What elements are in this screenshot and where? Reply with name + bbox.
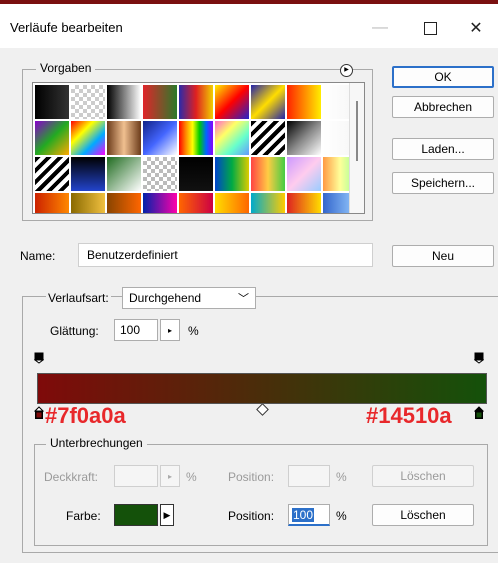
start-color-annotation: #7f0a0a: [45, 403, 126, 428]
opacity-position-input[interactable]: [288, 465, 330, 487]
preset-swatch[interactable]: [143, 85, 177, 119]
preset-swatch[interactable]: [143, 121, 177, 155]
preset-swatch[interactable]: [215, 193, 249, 213]
preset-swatch[interactable]: [215, 157, 249, 191]
minimize-icon: —: [372, 19, 388, 36]
gradient-type-value: Durchgehend: [129, 291, 202, 305]
preset-swatch[interactable]: [71, 85, 105, 119]
presets-label: Vorgaben: [36, 61, 96, 75]
stops-group-label: Unterbrechungen: [46, 436, 147, 450]
opacity-delete-button[interactable]: Löschen: [372, 465, 474, 487]
smoothness-input[interactable]: 100: [114, 319, 158, 341]
presets-menu-icon[interactable]: ▶: [340, 64, 353, 77]
preset-swatch[interactable]: [35, 193, 69, 213]
maximize-icon: [423, 21, 437, 35]
presets-scrollbar[interactable]: [349, 83, 364, 213]
preset-swatch[interactable]: [143, 193, 177, 213]
opacity-position-percent: %: [336, 470, 347, 484]
close-icon: ✕: [469, 20, 483, 37]
color-stop-left-icon[interactable]: [34, 406, 44, 420]
stops-group: [34, 444, 488, 546]
preset-swatch[interactable]: [251, 121, 285, 155]
gradient-preview-bar[interactable]: [37, 373, 487, 404]
load-button[interactable]: Laden...: [392, 138, 494, 160]
gradient-editor-dialog: Verläufe bearbeiten — ✕ Vorgaben ▶ OK Ab…: [0, 0, 498, 563]
scrollbar-thumb[interactable]: [356, 101, 358, 161]
color-arrow-button[interactable]: ▶: [160, 504, 174, 526]
preset-swatch[interactable]: [143, 157, 177, 191]
preset-swatch[interactable]: [35, 85, 69, 119]
new-button[interactable]: Neu: [392, 245, 494, 267]
opacity-position-label: Position:: [228, 470, 275, 484]
color-label: Farbe:: [66, 509, 101, 523]
close-button[interactable]: ✕: [458, 14, 494, 42]
preset-swatch[interactable]: [107, 193, 141, 213]
smoothness-arrow-button[interactable]: ▸: [160, 319, 180, 341]
minimize-button[interactable]: —: [362, 14, 398, 42]
color-position-value: 100: [292, 508, 315, 522]
presets-list[interactable]: [32, 82, 365, 214]
name-input[interactable]: Benutzerdefiniert: [78, 243, 373, 267]
end-color-annotation: #14510a: [366, 403, 452, 428]
opacity-stop-left-icon[interactable]: [34, 352, 44, 364]
smoothness-percent: %: [188, 324, 199, 338]
color-position-label: Position:: [228, 509, 275, 523]
preset-swatch[interactable]: [251, 157, 285, 191]
preset-swatch[interactable]: [251, 193, 285, 213]
preset-swatch[interactable]: [179, 85, 213, 119]
save-button[interactable]: Speichern...: [392, 172, 494, 194]
color-delete-button[interactable]: Löschen: [372, 504, 474, 526]
preset-swatch[interactable]: [35, 121, 69, 155]
preset-swatch[interactable]: [251, 85, 285, 119]
chevron-down-icon: ﹀: [238, 293, 249, 305]
preset-swatch[interactable]: [179, 121, 213, 155]
color-position-percent: %: [336, 509, 347, 523]
preset-swatch[interactable]: [287, 157, 321, 191]
preset-swatch[interactable]: [215, 85, 249, 119]
preset-swatch[interactable]: [71, 193, 105, 213]
opacity-arrow-button[interactable]: ▸: [160, 465, 180, 487]
preset-swatch[interactable]: [179, 193, 213, 213]
preset-swatch[interactable]: [107, 85, 141, 119]
name-label: Name:: [20, 249, 56, 263]
preset-swatch[interactable]: [71, 121, 105, 155]
ok-button[interactable]: OK: [392, 66, 494, 88]
color-swatch[interactable]: [114, 504, 158, 526]
preset-swatch[interactable]: [107, 121, 141, 155]
preset-swatch[interactable]: [215, 121, 249, 155]
preset-swatch[interactable]: [71, 157, 105, 191]
gradient-type-label: Verlaufsart:: [46, 291, 111, 305]
preset-swatch[interactable]: [287, 85, 321, 119]
preset-swatch[interactable]: [179, 157, 213, 191]
preset-swatch[interactable]: [107, 157, 141, 191]
opacity-label: Deckkraft:: [44, 470, 99, 484]
window-title: Verläufe bearbeiten: [10, 20, 123, 35]
color-position-input[interactable]: 100: [288, 504, 330, 526]
maximize-button[interactable]: [412, 14, 448, 42]
opacity-percent: %: [186, 470, 197, 484]
gradient-type-select[interactable]: Durchgehend ﹀: [122, 287, 256, 309]
preset-swatch[interactable]: [287, 193, 321, 213]
preset-swatch[interactable]: [35, 157, 69, 191]
preset-swatch[interactable]: [287, 121, 321, 155]
opacity-input[interactable]: [114, 465, 158, 487]
smoothness-label: Glättung:: [50, 324, 99, 338]
cancel-button[interactable]: Abbrechen: [392, 96, 494, 118]
opacity-stop-right-icon[interactable]: [474, 352, 484, 364]
preset-grid: [35, 85, 357, 213]
title-bar: Verläufe bearbeiten — ✕: [0, 4, 498, 48]
color-stop-right-icon[interactable]: [474, 406, 484, 420]
